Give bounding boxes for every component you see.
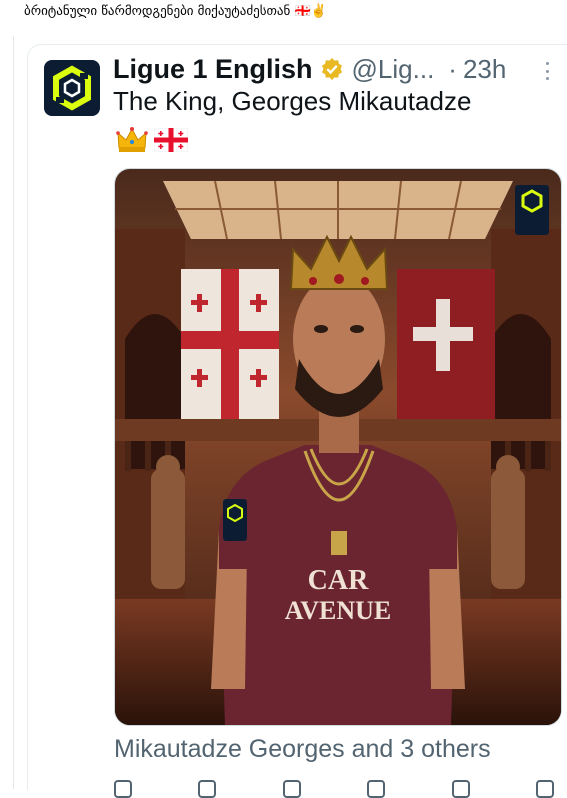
share-icon[interactable] (535, 780, 554, 798)
verified-badge-icon (320, 57, 344, 81)
separator-dot: · (448, 53, 457, 84)
reply-icon[interactable] (114, 780, 132, 798)
svg-text:AVENUE: AVENUE (285, 596, 391, 625)
author-name[interactable]: Ligue 1 English (113, 54, 313, 85)
tweet-text: The King, Georges Mikautadze (113, 86, 472, 116)
post-caption: ბრიტანული წარმოდგენები მიქაუტაძესთან 🇬🇪✌… (24, 4, 327, 19)
tweet-emojis (116, 126, 188, 154)
crown-emoji (116, 127, 148, 152)
retweet-icon[interactable] (198, 780, 217, 798)
tweet-media-image[interactable]: CAR AVENUE (114, 168, 562, 726)
views-icon[interactable] (367, 780, 386, 798)
thread-divider (13, 36, 14, 789)
bookmark-icon[interactable] (451, 780, 470, 798)
author-handle[interactable]: @Lig... (352, 54, 435, 85)
post-caption-bar: ბრიტანული წარმოდგენები მიქაუტაძესთან 🇬🇪✌… (0, 0, 567, 36)
ligue1-logo-icon[interactable] (44, 60, 100, 116)
svg-text:CAR: CAR (308, 565, 369, 596)
georgia-flag-emoji (154, 128, 188, 152)
tweet-actions (114, 780, 554, 798)
tweet-header: Ligue 1 English @Lig... · 23h (113, 50, 506, 88)
tweet-timestamp[interactable]: 23h (463, 54, 506, 85)
media-tagged-users[interactable]: Mikautadze Georges and 3 others (114, 735, 491, 764)
more-options-icon[interactable] (540, 62, 554, 80)
like-icon[interactable] (282, 780, 301, 798)
